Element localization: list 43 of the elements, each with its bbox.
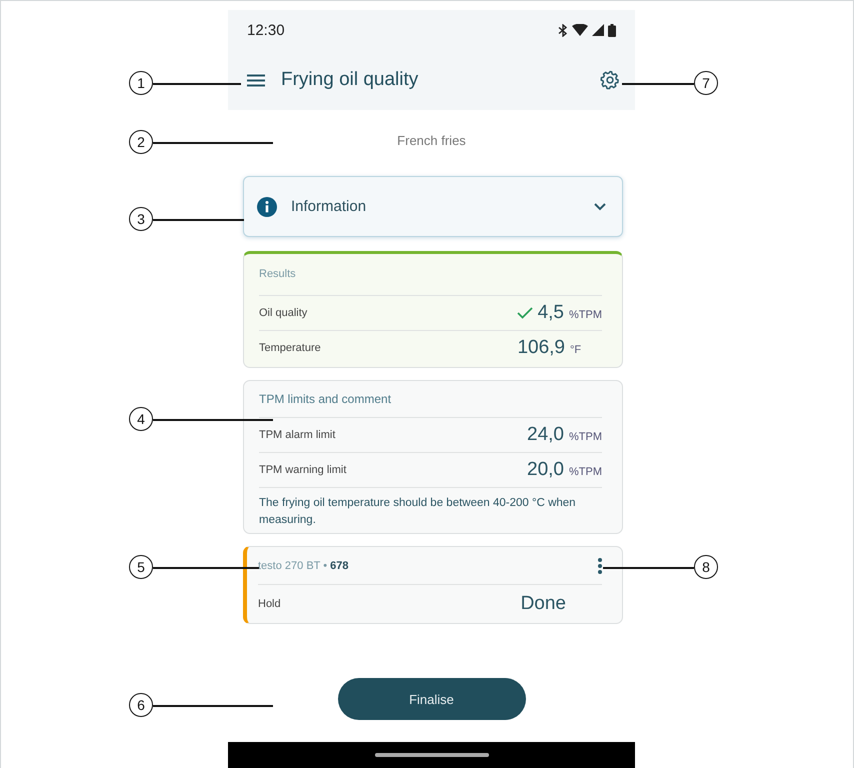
app-title: Frying oil quality — [281, 69, 420, 91]
callout-number: 8 — [694, 555, 718, 579]
unit-label: °F — [570, 344, 582, 356]
info-icon — [257, 196, 277, 216]
row-label: Temperature — [259, 342, 321, 354]
battery-icon — [608, 24, 616, 36]
comment-text: The frying oil temperature should be between 40-200 °C when measuring. — [259, 496, 577, 528]
limit-value: 24,0 — [527, 424, 564, 446]
row-label: Hold — [258, 598, 281, 610]
callout-number: 5 — [129, 555, 153, 579]
limit-value: 20,0 — [527, 459, 564, 481]
home-handle[interactable] — [374, 753, 488, 757]
leader-line — [622, 83, 694, 84]
reading-value: 4,5 — [538, 302, 564, 324]
callout-number: 7 — [694, 71, 718, 95]
settings-icon[interactable] — [600, 70, 620, 90]
callout-number: 2 — [129, 130, 153, 154]
information-label: Information — [291, 198, 368, 215]
reading-value: 106,9 — [517, 337, 565, 359]
callout-number: 6 — [129, 693, 153, 717]
unit-label: %TPM — [569, 309, 602, 321]
callout-number: 1 — [129, 71, 153, 95]
unit-label: %TPM — [569, 431, 602, 443]
card-heading: TPM limits and comment — [259, 381, 602, 418]
row-label: TPM alarm limit — [259, 429, 336, 441]
status-time: 12:30 — [247, 22, 285, 38]
callout-number: 3 — [129, 207, 153, 231]
card-heading: Results — [259, 254, 602, 296]
device-name: testo 270 BT • 678 — [258, 560, 348, 572]
finalise-button[interactable]: Finalise — [338, 678, 526, 720]
row-label: TPM warning limit — [259, 464, 346, 476]
unit-label: %TPM — [569, 466, 602, 478]
status-value: Done — [520, 593, 566, 615]
recipe-name: French fries — [396, 133, 467, 149]
wifi-icon — [572, 24, 588, 36]
bluetooth-icon — [558, 24, 568, 36]
row-label: Oil quality — [259, 307, 308, 319]
information-panel[interactable]: Information — [243, 176, 623, 237]
chevron-icon[interactable] — [594, 202, 606, 210]
menu-icon[interactable] — [247, 74, 265, 86]
signal-icon — [592, 24, 604, 36]
more-icon[interactable] — [598, 558, 602, 574]
callout-number: 4 — [129, 407, 153, 431]
